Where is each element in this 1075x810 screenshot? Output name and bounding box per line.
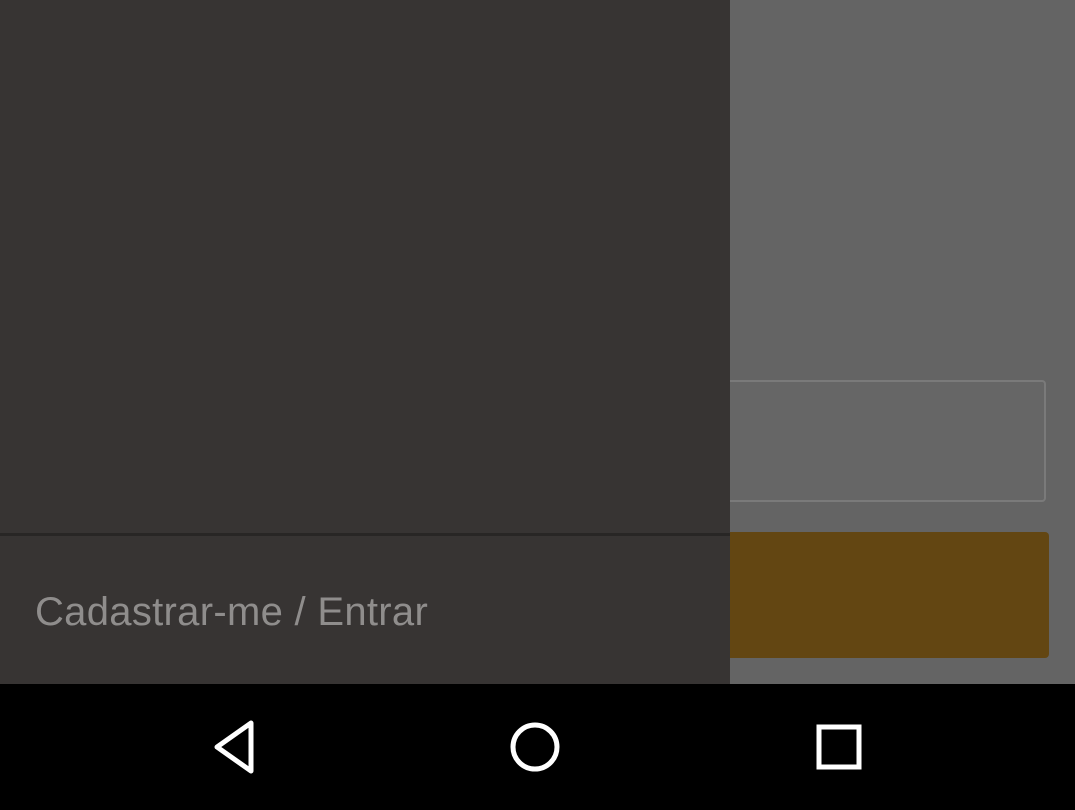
app-screen: Cadastrar-me / Entrar: [0, 0, 1075, 684]
drawer-item-login-label: Cadastrar-me / Entrar: [35, 589, 429, 634]
home-button[interactable]: [475, 684, 595, 810]
recents-button[interactable]: [779, 684, 899, 810]
system-navigation-bar: [0, 684, 1075, 810]
drawer-item-login[interactable]: Cadastrar-me / Entrar: [0, 540, 730, 684]
back-triangle-icon: [214, 720, 254, 774]
recents-square-icon: [816, 724, 862, 770]
drawer-divider: [0, 533, 730, 536]
navigation-drawer: Cadastrar-me / Entrar: [0, 0, 730, 684]
back-button[interactable]: [175, 684, 295, 810]
home-circle-icon: [510, 722, 560, 772]
